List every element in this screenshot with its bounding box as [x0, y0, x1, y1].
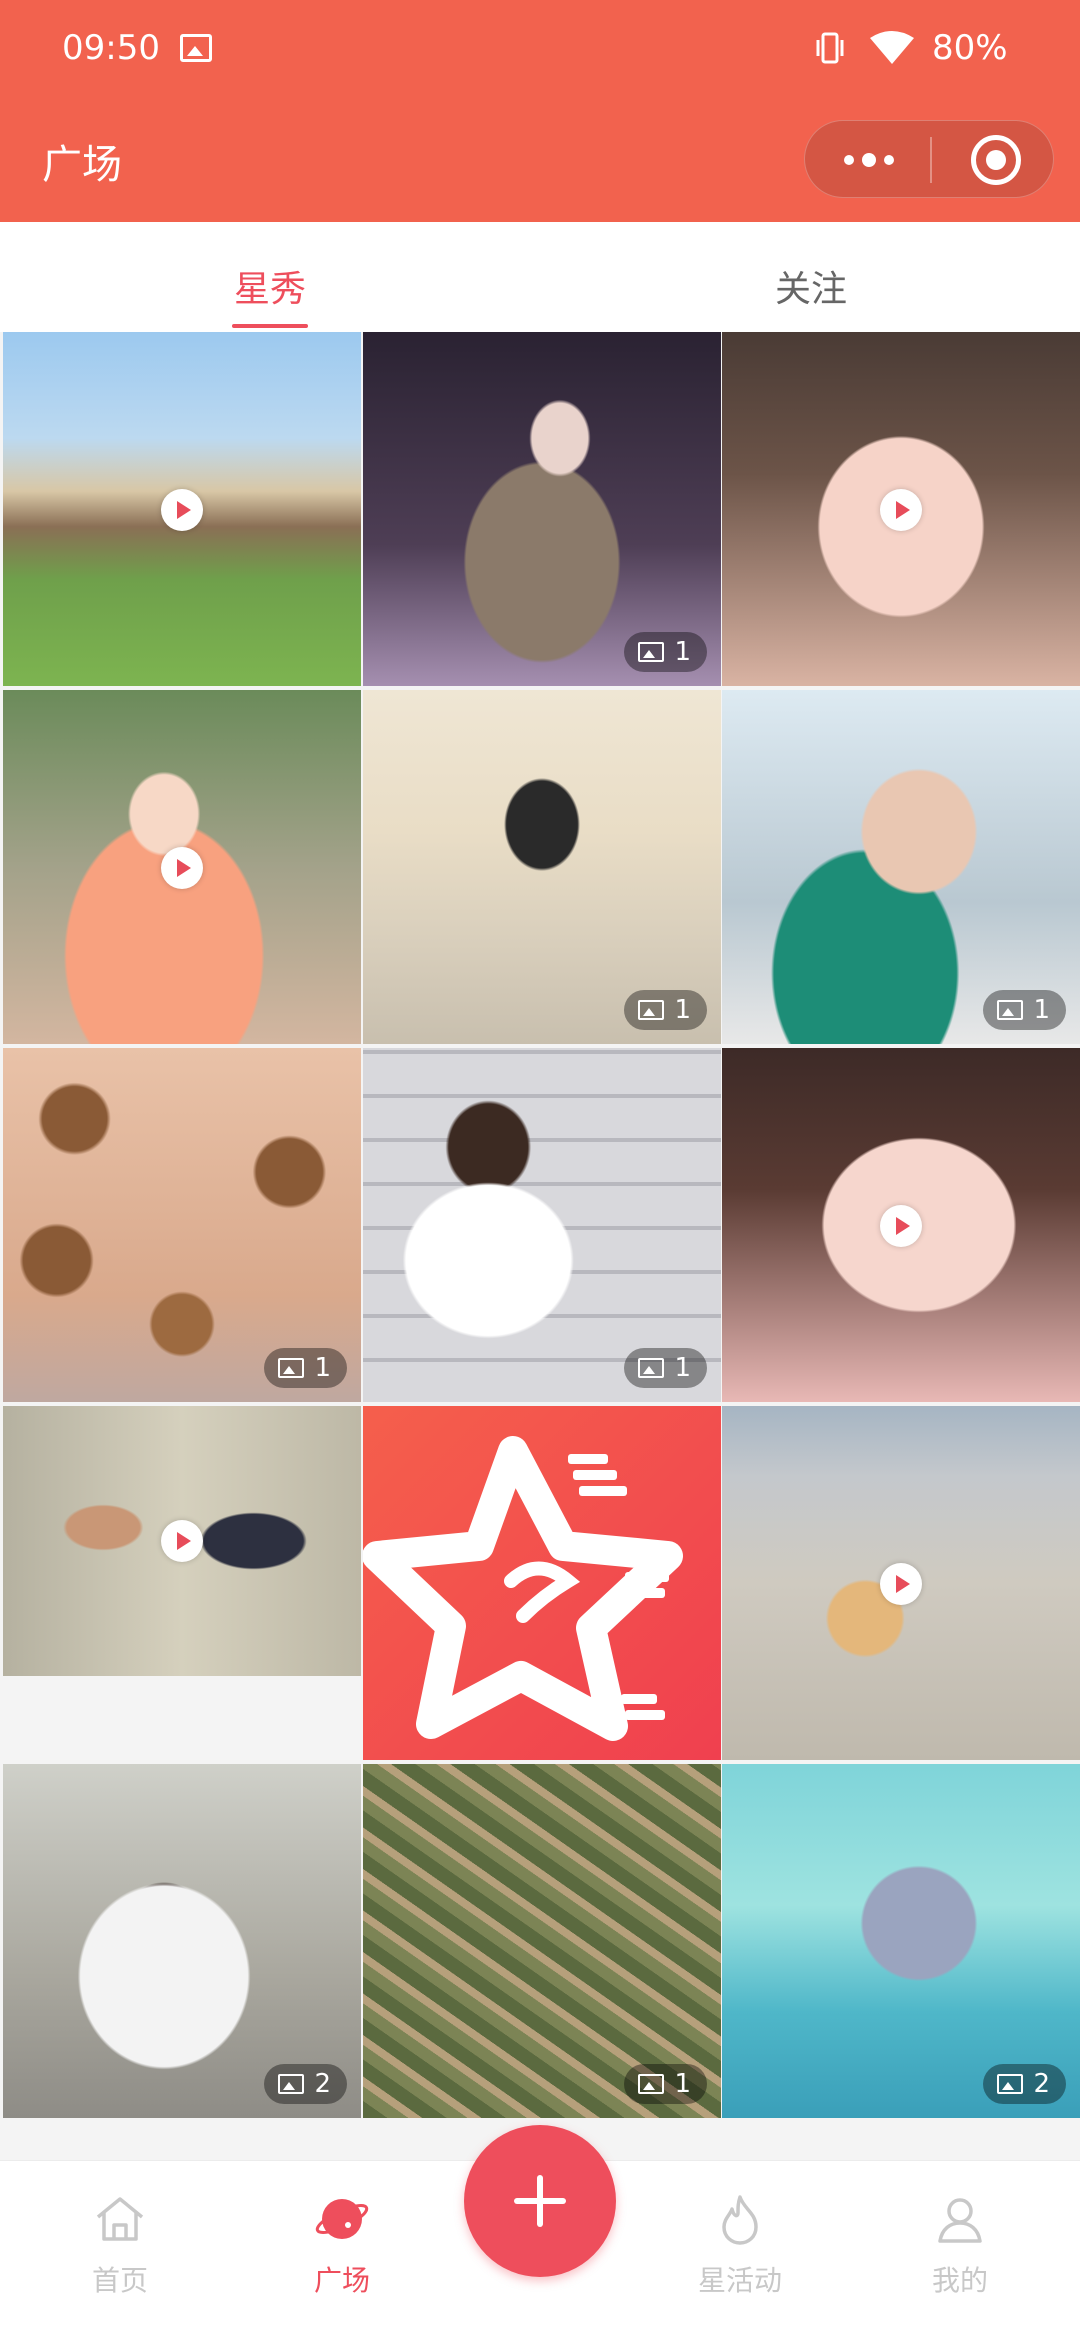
image-icon	[278, 2074, 305, 2094]
nav-item-activity[interactable]: 星活动	[680, 2191, 800, 2299]
image-count: 1	[1033, 995, 1050, 1025]
feed-tile[interactable]: 1	[722, 690, 1080, 1044]
feed-tile[interactable]	[722, 332, 1080, 686]
image-count-badge: 1	[264, 1348, 347, 1388]
image-icon	[997, 2074, 1024, 2094]
active-tab-indicator	[232, 324, 308, 328]
nav-activity-label: 星活动	[697, 2264, 782, 2297]
play-icon	[880, 1205, 922, 1247]
flame-icon	[722, 2195, 758, 2245]
play-icon	[880, 489, 922, 531]
feed-tile[interactable]	[3, 332, 361, 686]
image-count-badge: 1	[624, 1348, 707, 1388]
battery-level: 80%	[932, 28, 1008, 68]
feed-tile-app-logo[interactable]	[363, 1406, 721, 1760]
nav-mine-label: 我的	[931, 2264, 988, 2297]
app-logo-icon	[363, 1436, 683, 1741]
feed-tile[interactable]	[3, 1406, 361, 1676]
image-icon	[638, 642, 665, 662]
status-bar: 09:50 80%	[0, 0, 1080, 100]
capsule-divider	[930, 137, 932, 183]
image-icon	[638, 2074, 665, 2094]
nav-square-label: 广场	[313, 2264, 370, 2297]
close-miniprogram-icon[interactable]	[971, 135, 1021, 185]
more-options-icon[interactable]	[837, 143, 901, 177]
user-icon	[938, 2198, 982, 2243]
feed-tile[interactable]	[722, 1048, 1080, 1402]
feed-tile[interactable]: 2	[722, 1764, 1080, 2118]
nav-item-mine[interactable]: 我的	[900, 2191, 1020, 2299]
gallery-notification-icon	[180, 34, 212, 62]
feed-tile[interactable]: 2	[3, 1764, 361, 2118]
nav-home-label: 首页	[91, 2264, 148, 2297]
miniprogram-capsule	[804, 120, 1054, 198]
image-count-badge: 1	[624, 632, 707, 672]
play-icon	[161, 847, 203, 889]
page-title: 广场	[42, 142, 122, 188]
nav-item-home[interactable]: 首页	[60, 2191, 180, 2299]
image-count: 1	[674, 637, 691, 667]
feed-tile[interactable]: 1	[363, 332, 721, 686]
tab-following[interactable]: 关注	[775, 260, 847, 312]
play-icon	[161, 1520, 203, 1562]
feed-tile[interactable]	[3, 690, 361, 1044]
feed-tile[interactable]: 1	[363, 1764, 721, 2118]
image-count: 2	[1033, 2069, 1050, 2099]
planet-icon	[315, 2199, 369, 2239]
image-count-badge: 2	[264, 2064, 347, 2104]
feed-tile[interactable]: 1	[363, 1048, 721, 1402]
image-count-badge: 2	[983, 2064, 1066, 2104]
feed-tile[interactable]	[722, 1406, 1080, 1760]
play-icon	[880, 1563, 922, 1605]
feed-tabs: 星秀 关注	[0, 222, 1080, 332]
image-count: 1	[674, 1353, 691, 1383]
play-icon	[161, 489, 203, 531]
tab-star-show[interactable]: 星秀	[234, 260, 306, 312]
image-count: 1	[674, 995, 691, 1025]
feed-tile[interactable]: 1	[3, 1048, 361, 1402]
feed-tile[interactable]: 1	[363, 690, 721, 1044]
image-icon	[638, 1358, 665, 1378]
vibrate-icon	[816, 32, 844, 64]
image-icon	[638, 1000, 665, 1020]
nav-item-square[interactable]: 广场	[282, 2191, 402, 2299]
home-icon	[96, 2197, 144, 2241]
image-count-badge: 1	[983, 990, 1066, 1030]
create-post-button[interactable]	[464, 2125, 616, 2277]
wifi-icon	[870, 31, 914, 64]
image-count-badge: 1	[624, 990, 707, 1030]
image-count: 1	[674, 2069, 691, 2099]
image-icon	[278, 1358, 305, 1378]
image-count: 1	[314, 1353, 331, 1383]
image-icon	[997, 1000, 1024, 1020]
status-time: 09:50	[62, 28, 160, 68]
app-header: 09:50 80% 广场	[0, 0, 1080, 222]
image-count: 2	[314, 2069, 331, 2099]
image-count-badge: 1	[624, 2064, 707, 2104]
